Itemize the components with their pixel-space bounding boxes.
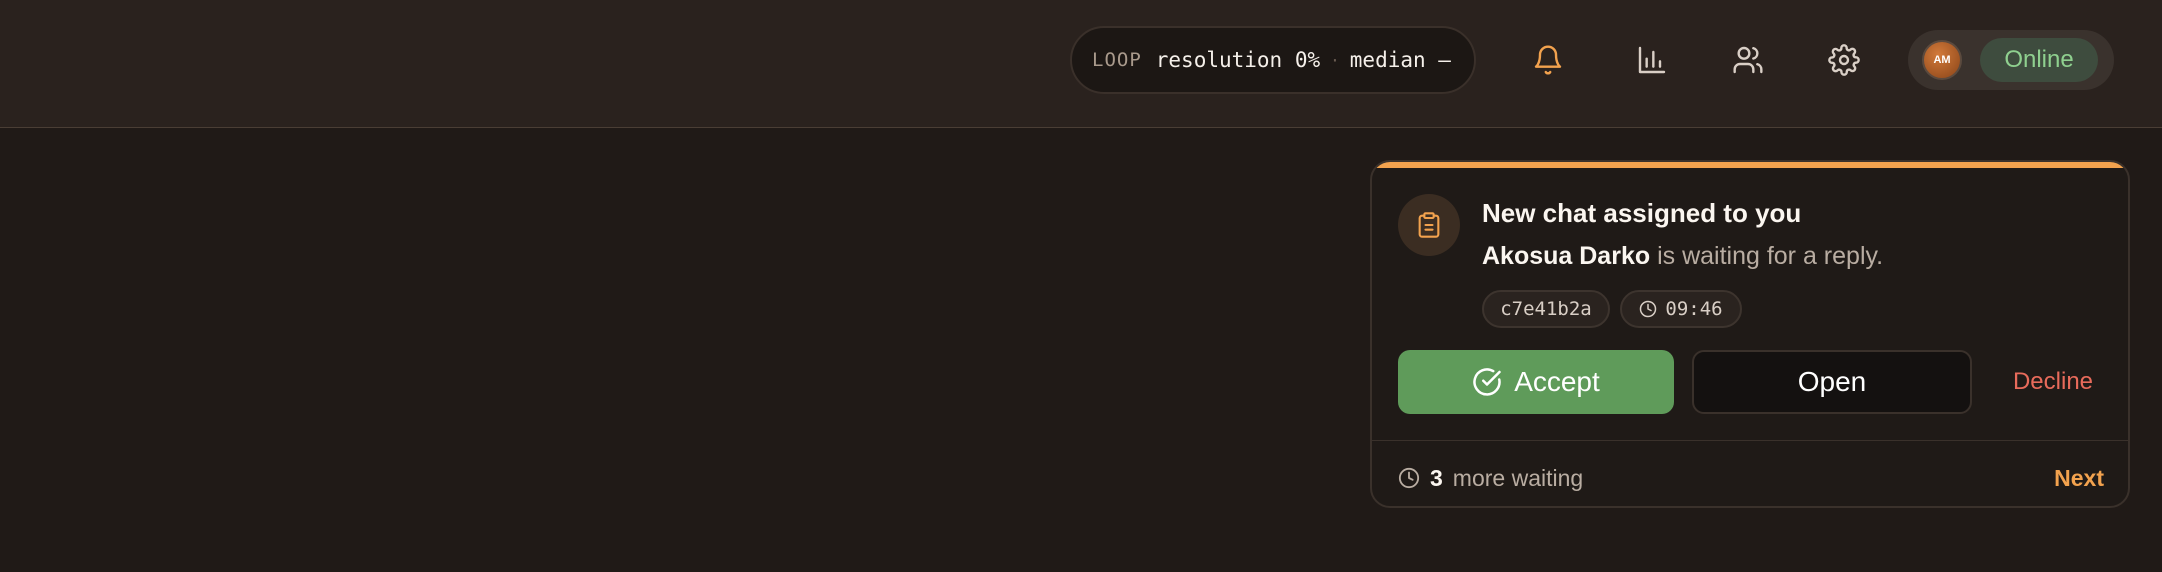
next-button[interactable]: Next — [2054, 458, 2104, 498]
notification-message: Akosua Darko is waiting for a reply. — [1482, 242, 1883, 271]
bar-chart-icon — [1638, 46, 1666, 74]
clipboard-icon — [1418, 212, 1440, 238]
analytics-button[interactable] — [1628, 36, 1676, 84]
team-button[interactable] — [1724, 36, 1772, 84]
check-circle-icon — [1473, 368, 1501, 396]
open-button[interactable]: Open — [1692, 350, 1972, 414]
user-status-pill[interactable]: AM Online — [1908, 30, 2114, 90]
resolution-metric: resolution 0% — [1155, 48, 1321, 72]
notifications-button[interactable] — [1524, 36, 1572, 84]
accept-label: Accept — [1514, 366, 1600, 397]
top-bar: LOOP resolution 0% · median — AM Online — [0, 0, 2162, 128]
median-metric: median — — [1349, 48, 1451, 72]
accent-bar — [1372, 162, 2128, 168]
clock-icon — [1398, 467, 1420, 489]
avatar[interactable]: AM — [1922, 40, 1962, 80]
divider — [1372, 440, 2128, 441]
notification-title: New chat assigned to you — [1482, 198, 1802, 228]
bell-icon — [1534, 45, 1562, 75]
gear-icon — [1828, 44, 1860, 76]
time-chip: 09:46 — [1620, 290, 1742, 328]
decline-button[interactable]: Decline — [1988, 350, 2118, 414]
users-icon — [1733, 46, 1763, 74]
status-badge[interactable]: Online — [1980, 38, 2098, 82]
clipboard-icon-badge — [1398, 194, 1460, 256]
accept-button[interactable]: Accept — [1398, 350, 1674, 414]
customer-name: Akosua Darko — [1482, 242, 1651, 270]
chat-id-chip: c7e41b2a — [1482, 290, 1610, 328]
settings-button[interactable] — [1820, 36, 1868, 84]
queue-count: 3 — [1430, 464, 1443, 491]
loop-metrics-pill: LOOP resolution 0% · median — — [1070, 26, 1476, 94]
metric-separator: · — [1330, 50, 1340, 70]
loop-tag: LOOP — [1092, 49, 1142, 71]
clock-icon — [1640, 300, 1657, 318]
waiting-text: is waiting for a reply. — [1650, 242, 1884, 270]
time-label: 09:46 — [1665, 298, 1723, 320]
queue-status: 3 more waiting — [1398, 458, 1583, 498]
chat-assignment-notification: New chat assigned to you Akosua Darko is… — [1370, 160, 2130, 508]
queue-text: more waiting — [1452, 464, 1584, 491]
